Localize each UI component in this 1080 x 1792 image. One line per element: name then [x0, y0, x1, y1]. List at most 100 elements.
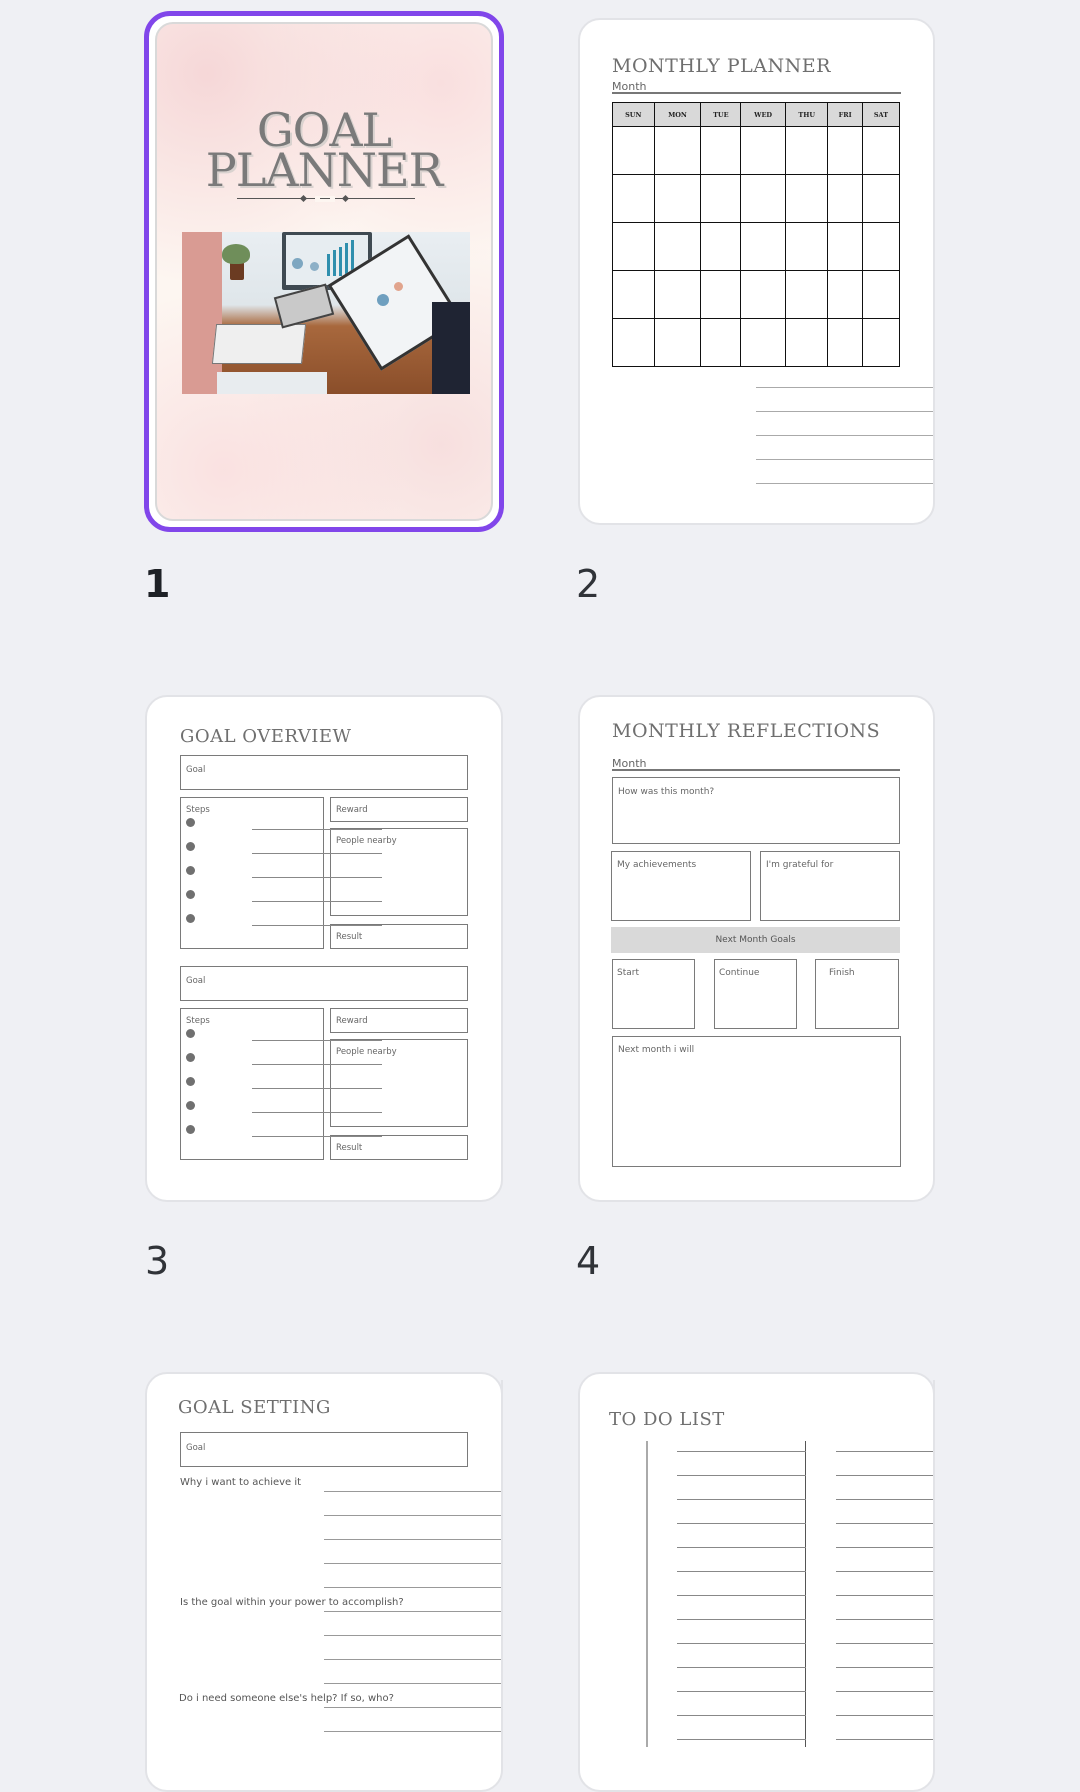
calendar-day-cell	[861, 318, 901, 367]
step-bullet-icon	[186, 1053, 195, 1062]
calendar-day-cell	[612, 174, 655, 223]
answer-line	[324, 1515, 502, 1517]
answer-line	[324, 1659, 502, 1661]
todo-line	[836, 1475, 934, 1477]
steps-label: Steps	[186, 805, 210, 815]
calendar-day-cell	[827, 222, 863, 271]
start-label: Start	[617, 968, 639, 978]
todo-line	[677, 1499, 806, 1501]
steps-label: Steps	[186, 1016, 210, 1026]
people-nearby-label: People nearby	[336, 1047, 397, 1057]
todo-line	[677, 1667, 806, 1669]
next-month-will-box	[612, 1036, 901, 1167]
calendar-day-cell	[612, 126, 655, 175]
todo-line	[677, 1523, 806, 1525]
next-month-will-label: Next month i will	[618, 1045, 695, 1055]
goal-label: Goal	[186, 1443, 206, 1453]
title-ornament	[237, 194, 415, 203]
todo-line	[677, 1691, 806, 1693]
steps-box	[180, 1008, 324, 1160]
todo-line	[677, 1619, 806, 1621]
calendar-week-row	[612, 222, 901, 271]
todo-line	[836, 1547, 934, 1549]
todo-line	[836, 1691, 934, 1693]
calendar-day-cell	[653, 270, 702, 319]
weekday-sat: SAT	[861, 102, 901, 127]
month-underline	[612, 92, 901, 94]
calendar-day-cell	[740, 174, 787, 223]
todo-line	[836, 1619, 934, 1621]
steps-box	[180, 797, 324, 949]
answer-line	[324, 1707, 502, 1709]
cover-photo	[182, 232, 470, 394]
calendar-day-cell	[653, 174, 702, 223]
todo-line	[677, 1451, 806, 1453]
weekday-wed: WED	[740, 102, 787, 127]
weekday-fri: FRI	[827, 102, 863, 127]
answer-line	[324, 1731, 502, 1733]
calendar-week-row	[612, 174, 901, 223]
todo-line	[836, 1523, 934, 1525]
step-bullet-icon	[186, 1029, 195, 1038]
step-bullet-icon	[186, 1125, 195, 1134]
calendar-day-cell	[785, 270, 829, 319]
step-bullet-icon	[186, 1101, 195, 1110]
question-need-help: Do i need someone else's help? If so, wh…	[179, 1693, 394, 1704]
calendar-week-row	[612, 318, 901, 367]
calendar-day-cell	[700, 126, 742, 175]
step-bullet-icon	[186, 914, 195, 923]
calendar-day-cell	[740, 270, 787, 319]
month-underline	[612, 769, 900, 771]
todo-column-divider	[805, 1441, 807, 1747]
answer-line	[324, 1611, 502, 1613]
calendar-day-cell	[785, 318, 829, 367]
page-1-thumbnail[interactable]: GOAL PLANNER	[155, 22, 493, 521]
step-line	[252, 1088, 382, 1090]
todo-line	[836, 1739, 934, 1741]
todo-line	[677, 1595, 806, 1597]
page-6-title: TO DO LIST	[609, 1409, 725, 1430]
goal-box	[180, 755, 468, 790]
calendar-day-cell	[700, 270, 742, 319]
page-5-title: GOAL SETTING	[178, 1397, 331, 1418]
todo-line	[677, 1571, 806, 1573]
step-line	[252, 1136, 382, 1138]
page-6-right-edge	[933, 1380, 935, 1747]
answer-line	[324, 1683, 502, 1685]
step-bullet-icon	[186, 842, 195, 851]
note-line	[756, 483, 933, 485]
page-6-thumbnail[interactable]	[578, 1372, 935, 1792]
calendar-day-cell	[827, 270, 863, 319]
finish-label: Finish	[829, 968, 855, 978]
weekday-mon: MON	[653, 102, 702, 127]
step-line	[252, 1112, 382, 1114]
question-why: Why i want to achieve it	[180, 1477, 302, 1488]
calendar-day-cell	[612, 222, 655, 271]
todo-line	[677, 1547, 806, 1549]
result-label: Result	[336, 932, 363, 942]
note-line	[756, 387, 933, 389]
page-number-3: 3	[145, 1239, 170, 1283]
calendar-day-cell	[612, 270, 655, 319]
calendar-day-cell	[653, 126, 702, 175]
todo-line	[836, 1643, 934, 1645]
answer-line	[324, 1587, 502, 1589]
calendar-day-cell	[740, 126, 787, 175]
reward-label: Reward	[336, 805, 368, 815]
answer-line	[324, 1635, 502, 1637]
calendar-day-cell	[785, 174, 829, 223]
weekday-tue: TUE	[700, 102, 742, 127]
page-5-right-edge	[501, 1380, 503, 1747]
calendar-day-cell	[700, 174, 742, 223]
step-line	[252, 901, 382, 903]
todo-line	[836, 1571, 934, 1573]
weekday-thu: THU	[785, 102, 829, 127]
goal-label: Goal	[186, 765, 206, 775]
page-4-title: MONTHLY REFLECTIONS	[612, 720, 881, 742]
step-bullet-icon	[186, 890, 195, 899]
answer-line	[324, 1491, 502, 1493]
reward-label: Reward	[336, 1016, 368, 1026]
finish-box	[815, 959, 899, 1029]
answer-line	[324, 1539, 502, 1541]
calendar-day-cell	[861, 270, 901, 319]
